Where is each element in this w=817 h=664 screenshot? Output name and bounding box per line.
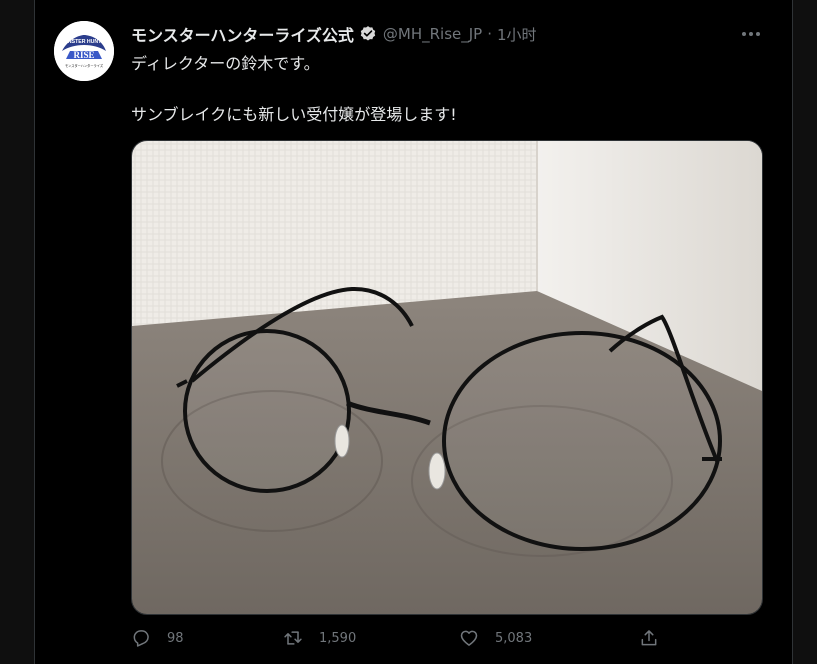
reply-icon [133,630,149,647]
logo-caption: モンスターハンターライズ [65,63,104,68]
like-icon [460,630,478,646]
retweet-count: 1,590 [319,630,357,646]
tweet-actions: 98 1,590 5,083 [131,628,751,654]
timestamp[interactable]: 1小时 [497,24,537,45]
tweet-text-line-1: ディレクターの鈴木です。 [131,54,320,73]
share-icon [641,630,657,646]
author-handle[interactable]: @MH_Rise_JP [383,25,482,43]
separator-dot: · [487,25,492,43]
more-icon[interactable] [739,24,763,44]
glasses-photo [132,141,762,614]
logo-main-text: RISE [73,50,94,60]
left-panel-edge [0,0,35,664]
retweet-button[interactable]: 1,590 [283,628,356,648]
like-button[interactable]: 5,083 [459,628,532,648]
verified-badge-icon [359,25,377,43]
logo-top-text: MONSTER HUNTER [60,39,109,45]
tweet-header: モンスターハンターライズ公式 @MH_Rise_JP · 1小时 [131,22,537,46]
tweet-card[interactable]: MONSTER HUNTER RISE モンスターハンターライズ モンスターハン… [35,0,791,664]
scrollbar[interactable] [792,0,817,664]
tweet-media-photo[interactable] [131,140,763,615]
mh-rise-logo: MONSTER HUNTER RISE モンスターハンターライズ [54,21,114,81]
like-count: 5,083 [495,630,533,646]
reply-button[interactable]: 98 [131,628,184,648]
share-button[interactable] [639,628,659,648]
author-name[interactable]: モンスターハンターライズ公式 [131,22,354,46]
avatar[interactable]: MONSTER HUNTER RISE モンスターハンターライズ [54,21,114,81]
retweet-icon [284,631,302,645]
tweet-text-line-2: サンブレイクにも新しい受付嬢が登場します! [131,105,457,124]
reply-count: 98 [167,630,184,646]
